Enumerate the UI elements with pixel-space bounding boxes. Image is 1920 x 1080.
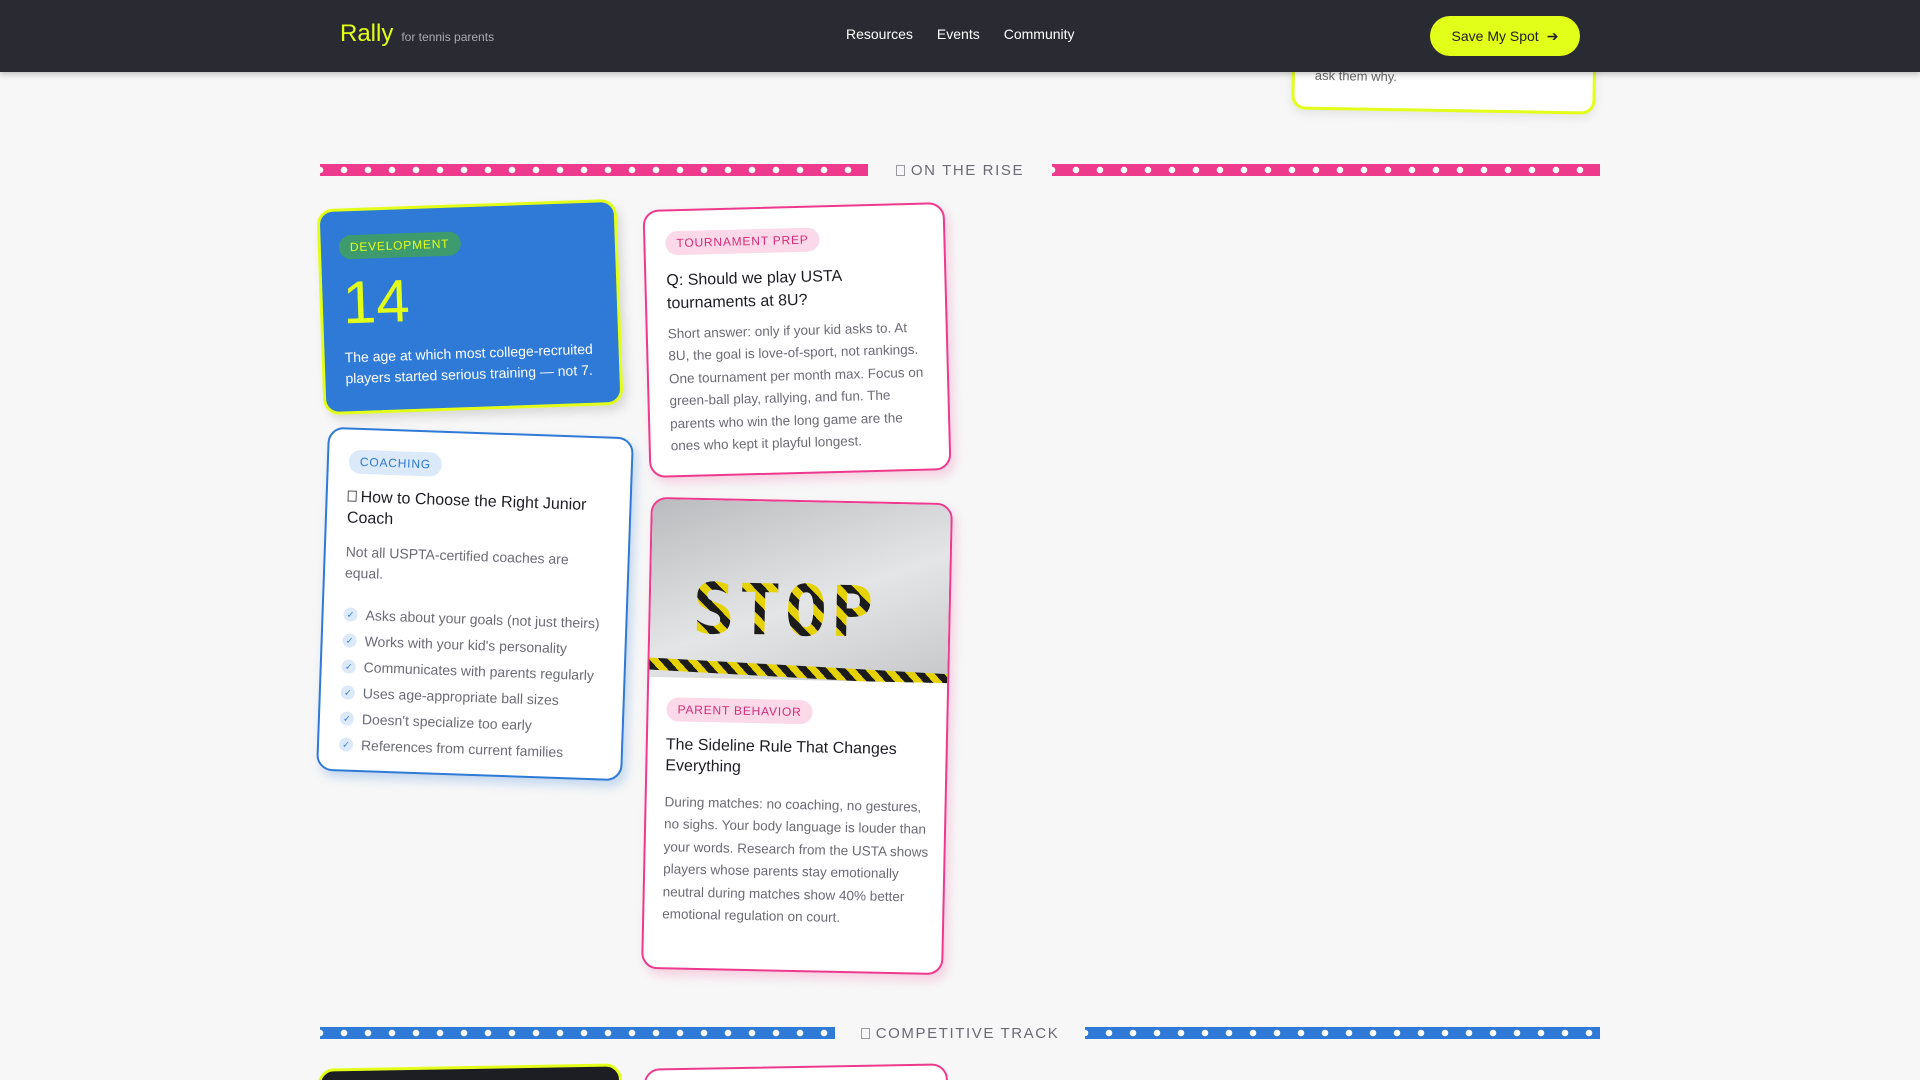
section-label-text: COMPETITIVE TRACK: [875, 1024, 1060, 1042]
tournament-prep-card[interactable]: TOURNAMENT PREP Q: Should we play USTA t…: [642, 202, 952, 478]
divider-stripe-right: [1084, 1027, 1600, 1039]
category-badge: DEVELOPMENT: [338, 231, 461, 260]
arrow-right-icon: ➔: [1546, 27, 1559, 44]
next-card-dark[interactable]: [317, 1063, 623, 1080]
card-title: Q: Should we play USTA tournaments at 8U…: [666, 267, 842, 313]
nav-link-events[interactable]: Events: [937, 26, 980, 42]
brand-name[interactable]: Rally: [340, 20, 393, 48]
section-divider-on-the-rise: ON THE RISE: [320, 160, 1600, 180]
trophy-icon: [860, 1027, 870, 1039]
check-icon: ✓: [339, 711, 355, 726]
brand[interactable]: Rally for tennis parents: [340, 20, 494, 48]
card-body: During matches: no coaching, no gestures…: [662, 794, 929, 925]
category-badge: PARENT BEHAVIOR: [666, 697, 813, 725]
caution-tape: [649, 656, 951, 684]
divider-stripe-left: [320, 1027, 835, 1039]
category-badge: TOURNAMENT PREP: [665, 227, 820, 256]
check-icon: ✓: [343, 607, 358, 622]
stop-sign-photo: STOP: [649, 498, 951, 684]
check-icon: ✓: [342, 633, 357, 648]
check-icon: ✓: [341, 659, 356, 674]
development-stat-card[interactable]: DEVELOPMENT 14 The age at which most col…: [316, 198, 624, 416]
save-my-spot-button[interactable]: Save My Spot ➔: [1430, 16, 1580, 56]
nav-link-resources[interactable]: Resources: [846, 26, 913, 42]
section-label: COMPETITIVE TRACK: [860, 1024, 1060, 1042]
stat-description: The age at which most college-recruited …: [344, 340, 594, 387]
card-subtitle: Not all USPTA-certified coaches are equa…: [344, 543, 569, 582]
coaching-checklist-card[interactable]: COACHING How to Choose the Right Junior …: [316, 426, 634, 782]
checklist-item-text: Doesn't specialize too early: [361, 711, 533, 734]
card-title: How to Choose the Right Junior Coach: [347, 487, 614, 538]
checklist: ✓ Asks about your goals (not just theirs)…: [338, 601, 601, 766]
clipboard-icon: [347, 490, 357, 502]
card-body: Short answer: only if your kid asks to. …: [667, 320, 924, 454]
brand-tagline: for tennis parents: [401, 30, 495, 44]
check-icon: ✓: [338, 737, 354, 752]
checklist-item-text: Asks about your goals (not just theirs): [365, 607, 600, 632]
section-divider-competitive-track: COMPETITIVE TRACK: [320, 1023, 1600, 1043]
divider-stripe-left: [320, 164, 868, 176]
category-badge: COACHING: [348, 449, 443, 477]
nav-link-community[interactable]: Community: [1004, 26, 1075, 42]
checklist-item-text: Works with your kid's personality: [364, 633, 568, 657]
nav-links: Resources Events Community: [846, 26, 1075, 42]
check-icon: ✓: [340, 685, 356, 700]
top-nav: Rally for tennis parents Resources Event…: [0, 0, 1920, 72]
photo-stop-text: STOP: [691, 567, 879, 654]
checklist-item-text: Communicates with parents regularly: [363, 659, 595, 684]
section-label: ON THE RISE: [895, 161, 1025, 179]
sparkle-icon: [895, 164, 905, 176]
divider-stripe-right: [1052, 164, 1600, 176]
card-title: The Sideline Rule That Changes Everythin…: [665, 736, 897, 776]
card-title-text: How to Choose the Right Junior Coach: [346, 488, 587, 528]
parent-behavior-card[interactable]: STOP PARENT BEHAVIOR The Sideline Rule T…: [641, 496, 953, 976]
section-label-text: ON THE RISE: [910, 161, 1025, 179]
stat-number: 14: [341, 267, 411, 337]
checklist-item-text: Uses age-appropriate ball sizes: [362, 685, 560, 708]
checklist-item-text: References from current families: [360, 737, 564, 761]
next-card-pink[interactable]: [643, 1063, 949, 1080]
save-my-spot-label: Save My Spot: [1451, 28, 1539, 44]
